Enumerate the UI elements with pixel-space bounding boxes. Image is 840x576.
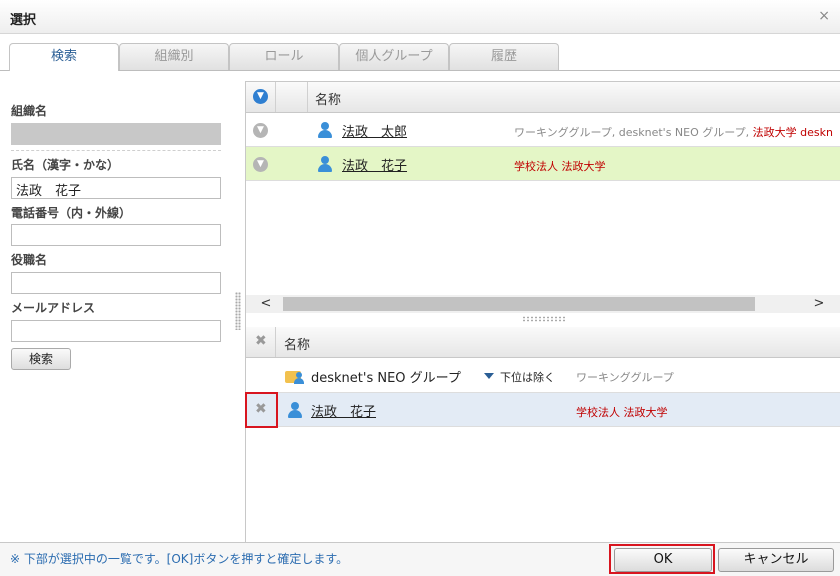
- user-orgs-red: 法政大学 deskn: [752, 126, 833, 139]
- tab-search[interactable]: 検索: [9, 43, 119, 71]
- select-all-cell: ▼: [246, 82, 276, 112]
- selected-header: ✖ 名称: [246, 327, 840, 358]
- user-orgs: 学校法人 法政大学: [576, 406, 668, 419]
- user-orgs: 学校法人 法政大学: [514, 160, 606, 173]
- user-orgs-grey: ワーキンググループ, desknet's NEO グループ,: [514, 126, 750, 139]
- horizontal-splitter-handle[interactable]: [522, 316, 566, 322]
- result-row[interactable]: ▼ 法政 太郎 ワーキンググループ, desknet's NEO グループ, 法…: [246, 113, 840, 147]
- select-dialog: 選択 × 検索 組織別 ロール 個人グループ 履歴 組織名 氏名（漢字・かな） …: [0, 0, 840, 576]
- column-name-header: 名称: [315, 93, 342, 108]
- scroll-thumb[interactable]: [283, 297, 755, 311]
- user-icon: [288, 402, 302, 418]
- user-orgs: ワーキンググループ, desknet's NEO グループ, 法政大学 desk…: [514, 124, 833, 140]
- group-icon: [285, 368, 305, 384]
- vertical-splitter-handle[interactable]: [235, 292, 241, 330]
- results-header: ▼ 名称: [246, 82, 840, 113]
- email-label: メールアドレス: [11, 301, 96, 315]
- results-panel: ▼ 名称 ▼ 法政 太郎 ワーキンググループ, desknet's NEO グル…: [245, 81, 840, 543]
- ok-button[interactable]: OK: [614, 548, 712, 572]
- header-spacer: [276, 82, 308, 112]
- chevron-down-icon[interactable]: ▼: [253, 123, 268, 138]
- org-field[interactable]: [11, 123, 221, 145]
- horizontal-scrollbar[interactable]: < >: [246, 295, 840, 313]
- remove-all-icon[interactable]: ✖: [255, 333, 267, 349]
- tab-bar: 検索 組織別 ロール 個人グループ 履歴: [0, 43, 840, 71]
- double-chevron-down-icon[interactable]: ▼: [253, 89, 268, 104]
- dialog-footer: ※ 下部が選択中の一覧です。[OK]ボタンを押すと確定します。 OK キャンセル: [0, 542, 840, 576]
- phone-input[interactable]: [11, 224, 221, 246]
- dialog-title: 選択: [10, 13, 37, 28]
- caret-down-icon[interactable]: [484, 373, 494, 379]
- chevron-down-icon[interactable]: ▼: [253, 157, 268, 172]
- dialog-titlebar: 選択 ×: [0, 0, 840, 34]
- footer-note: ※ 下部が選択中の一覧です。[OK]ボタンを押すと確定します。: [10, 552, 349, 566]
- user-name-link[interactable]: 法政 太郎: [342, 121, 407, 140]
- org-label: 組織名: [11, 104, 48, 118]
- scroll-left-arrow[interactable]: <: [256, 295, 276, 313]
- title-input[interactable]: [11, 272, 221, 294]
- selected-column-name-header: 名称: [284, 338, 311, 353]
- tab-history[interactable]: 履歴: [449, 43, 559, 70]
- exclude-sub-option[interactable]: 下位は除く: [500, 369, 555, 385]
- remove-all-cell: ✖: [246, 327, 276, 357]
- tab-role[interactable]: ロール: [229, 43, 339, 70]
- search-button[interactable]: 検索: [11, 348, 71, 370]
- group-category: ワーキンググループ: [576, 371, 674, 384]
- group-name: desknet's NEO グループ: [311, 371, 461, 386]
- user-name-link[interactable]: 法政 花子: [342, 155, 407, 174]
- email-input[interactable]: [11, 320, 221, 342]
- phone-label: 電話番号（内・外線）: [11, 206, 132, 220]
- scroll-right-arrow[interactable]: >: [809, 295, 829, 313]
- user-name-link[interactable]: 法政 花子: [311, 401, 376, 420]
- divider: [11, 150, 221, 151]
- result-row-selected[interactable]: ▼ 法政 花子 学校法人 法政大学: [246, 147, 840, 181]
- selected-row[interactable]: desknet's NEO グループ 下位は除く ワーキンググループ: [246, 359, 840, 393]
- user-icon: [318, 156, 332, 172]
- close-icon[interactable]: ×: [818, 8, 830, 24]
- remove-icon[interactable]: ✖: [255, 401, 267, 417]
- tab-personal-group[interactable]: 個人グループ: [339, 43, 449, 70]
- title-label: 役職名: [11, 253, 48, 267]
- cancel-button[interactable]: キャンセル: [718, 548, 834, 572]
- user-icon: [318, 122, 332, 138]
- name-input[interactable]: 法政 花子: [11, 177, 221, 199]
- name-label: 氏名（漢字・かな）: [11, 158, 120, 172]
- tab-organization[interactable]: 組織別: [119, 43, 229, 70]
- search-panel: 組織名 氏名（漢字・かな） 法政 花子 電話番号（内・外線） 役職名 メールアド…: [0, 82, 232, 542]
- selected-row[interactable]: ✖ 法政 花子 学校法人 法政大学: [246, 393, 840, 427]
